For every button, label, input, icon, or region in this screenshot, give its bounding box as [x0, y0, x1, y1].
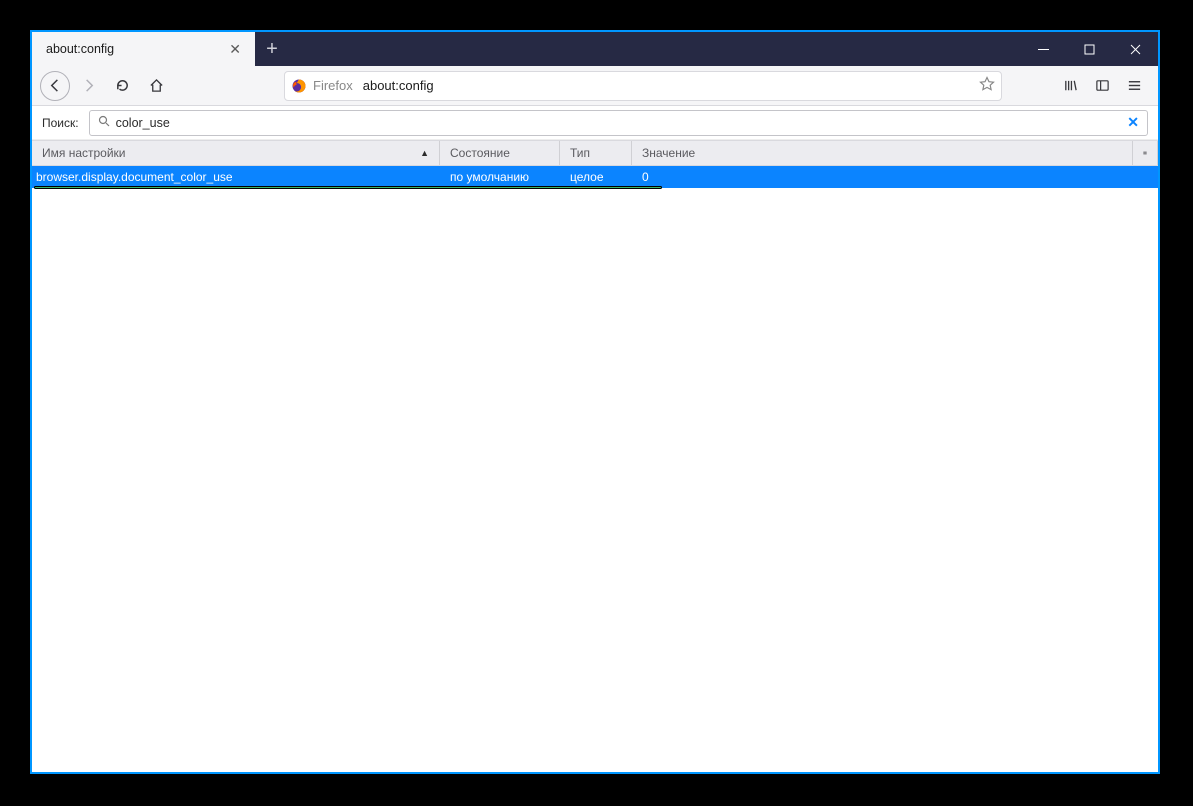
- col-name[interactable]: Имя настройки ▲: [32, 141, 440, 165]
- forward-button: [72, 70, 104, 102]
- browser-window: about:config ✕ +: [30, 30, 1160, 774]
- browser-tab[interactable]: about:config ✕: [32, 32, 255, 66]
- home-button[interactable]: [140, 70, 172, 102]
- sort-asc-icon: ▲: [420, 148, 429, 158]
- firefox-icon: [291, 78, 307, 94]
- maximize-button[interactable]: [1066, 32, 1112, 66]
- col-state[interactable]: Состояние: [440, 141, 560, 165]
- titlebar: about:config ✕ +: [32, 32, 1158, 66]
- config-search-bar: Поиск: color_use ✕: [32, 106, 1158, 140]
- search-label: Поиск:: [42, 116, 79, 130]
- pref-row[interactable]: browser.display.document_color_use по ум…: [32, 166, 1158, 188]
- url-text: about:config: [363, 78, 979, 93]
- url-bar[interactable]: Firefox about:config: [284, 71, 1002, 101]
- nav-toolbar: Firefox about:config: [32, 66, 1158, 106]
- search-input[interactable]: color_use ✕: [89, 110, 1148, 136]
- library-icon[interactable]: [1054, 70, 1086, 102]
- highlight-annotation: [34, 186, 662, 189]
- col-value[interactable]: Значение: [632, 141, 1132, 165]
- back-button[interactable]: [40, 71, 70, 101]
- col-picker-icon[interactable]: [1132, 141, 1158, 165]
- url-identity-label: Firefox: [313, 78, 353, 93]
- search-icon: [98, 115, 110, 130]
- reload-button[interactable]: [106, 70, 138, 102]
- minimize-button[interactable]: [1020, 32, 1066, 66]
- tab-title: about:config: [46, 42, 225, 56]
- menu-icon[interactable]: [1118, 70, 1150, 102]
- search-value: color_use: [116, 116, 1128, 130]
- pref-value: 0: [632, 166, 1158, 188]
- toolbar-right-icons: [1054, 70, 1150, 102]
- clear-search-icon[interactable]: ✕: [1127, 114, 1139, 131]
- pref-state: по умолчанию: [440, 166, 560, 188]
- pref-type: целое: [560, 166, 632, 188]
- pref-name: browser.display.document_color_use: [32, 166, 440, 188]
- bookmark-star-icon[interactable]: [979, 76, 995, 95]
- col-type[interactable]: Тип: [560, 141, 632, 165]
- close-window-button[interactable]: [1112, 32, 1158, 66]
- config-content: browser.display.document_color_use по ум…: [32, 166, 1158, 772]
- tab-close-icon[interactable]: ✕: [225, 41, 245, 58]
- new-tab-button[interactable]: +: [255, 32, 289, 66]
- columns-header: Имя настройки ▲ Состояние Тип Значение: [32, 140, 1158, 166]
- window-controls: [1020, 32, 1158, 66]
- sidebar-icon[interactable]: [1086, 70, 1118, 102]
